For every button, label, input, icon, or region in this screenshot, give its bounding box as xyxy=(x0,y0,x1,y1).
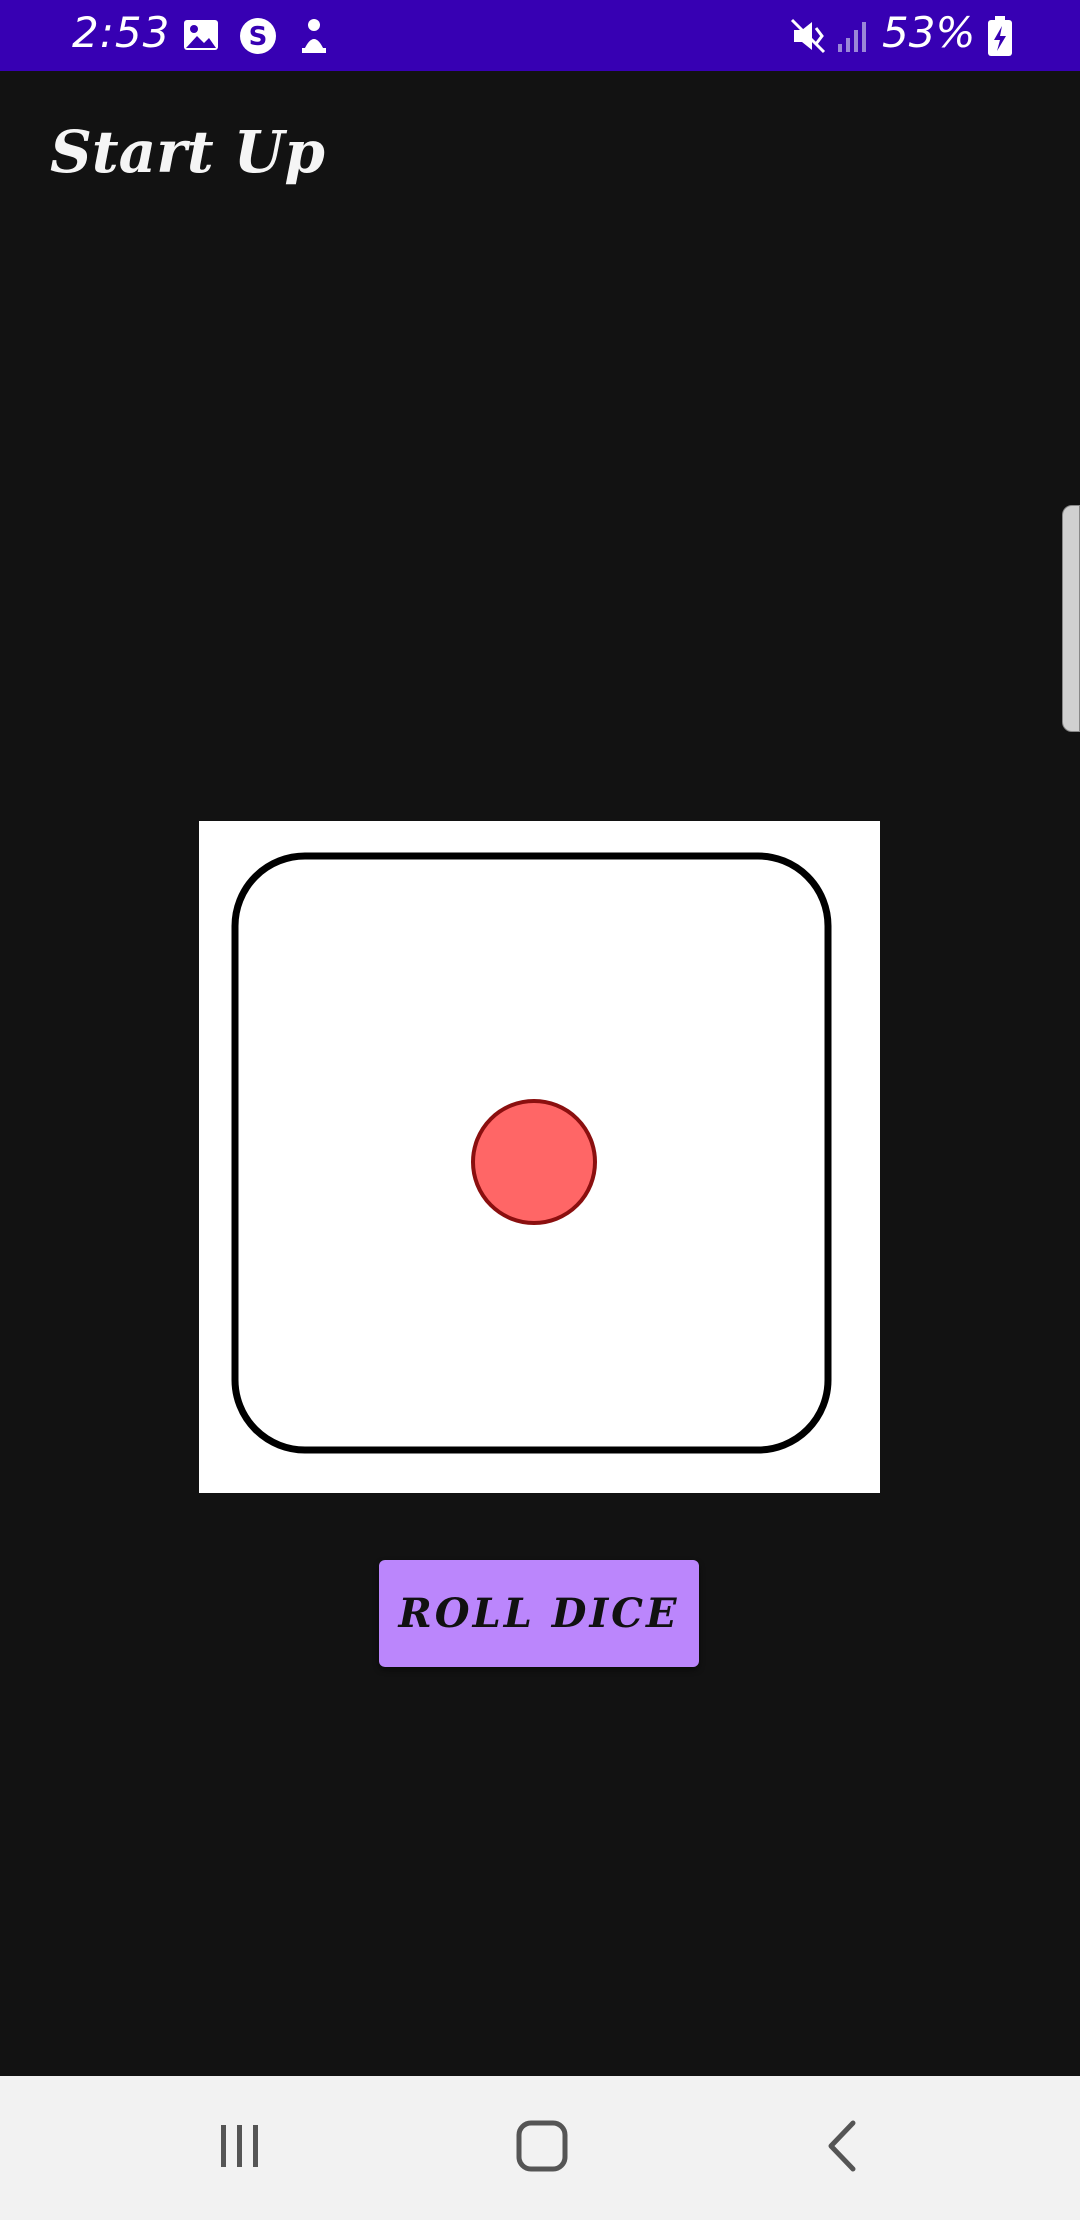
dice-image xyxy=(199,821,880,1493)
svg-text:S: S xyxy=(249,22,268,52)
notification-icon xyxy=(292,14,336,58)
recent-apps-button[interactable] xyxy=(140,2076,340,2220)
home-button[interactable] xyxy=(442,2076,642,2220)
dice-pip xyxy=(471,1099,597,1225)
s-circle-icon: S xyxy=(236,14,280,58)
battery-percent: 53% xyxy=(882,8,976,57)
back-icon xyxy=(819,2119,869,2177)
battery-charging-icon xyxy=(978,14,1022,58)
back-button[interactable] xyxy=(744,2076,944,2220)
navigation-bar xyxy=(0,2076,1080,2220)
recent-apps-icon xyxy=(215,2121,265,2175)
status-time: 2:53 xyxy=(72,8,171,57)
app-screen: 2:53 S 53% Start Up ROLL DICE xyxy=(0,0,1080,2220)
scroll-indicator[interactable] xyxy=(1062,505,1080,732)
signal-icon xyxy=(832,14,876,58)
home-icon xyxy=(515,2119,569,2177)
status-bar: 2:53 S 53% xyxy=(0,0,1080,71)
roll-dice-button[interactable]: ROLL DICE xyxy=(379,1560,699,1667)
image-icon xyxy=(180,14,224,58)
page-title: Start Up xyxy=(50,118,325,186)
mute-vibrate-icon xyxy=(786,14,830,58)
